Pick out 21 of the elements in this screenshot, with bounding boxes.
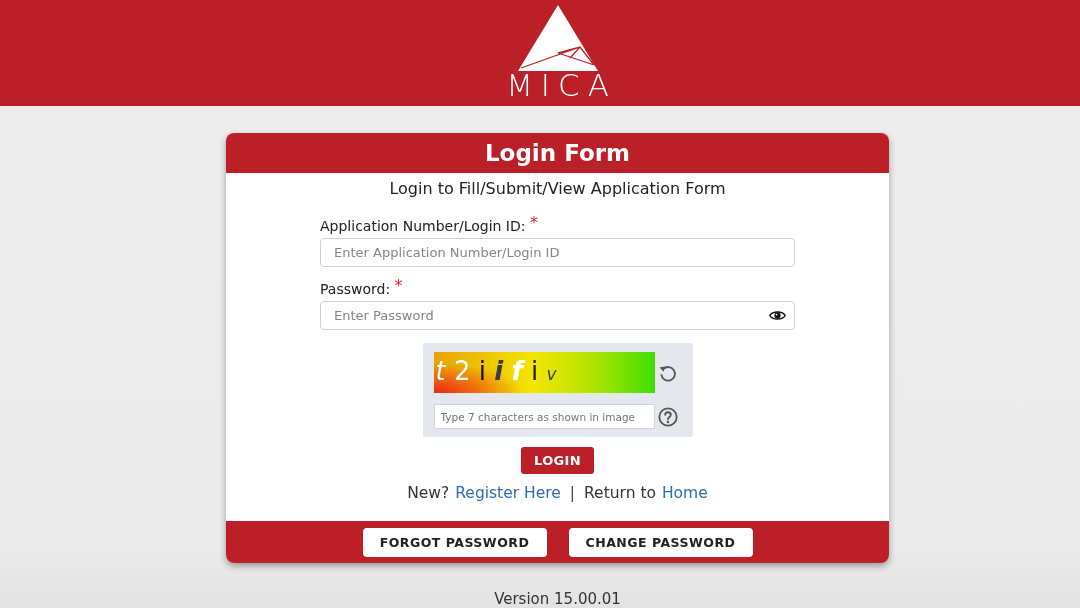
link-prefix-text: Return to [584, 483, 656, 503]
password-field[interactable]: Enter Password [320, 301, 795, 330]
link[interactable]: Register Here [455, 483, 561, 503]
form-title: Login Form [484, 139, 631, 167]
link-prefix-text: New? [407, 483, 450, 503]
captcha-text: t 2 i i f i v [435, 355, 557, 388]
eye-icon[interactable] [769, 310, 786, 321]
version-text: Version 15.00.01 [494, 590, 621, 608]
login-button[interactable]: LOGIN [521, 447, 594, 474]
form-subtitle: Login to Fill/Submit/View Application Form [389, 178, 726, 200]
password-button[interactable]: FORGOT PASSWORD [362, 527, 547, 557]
help-icon[interactable] [658, 406, 678, 427]
field-label: Password: * [320, 279, 403, 299]
separator-text: | [569, 483, 576, 503]
field-label: Application Number/Login ID: * [320, 216, 538, 236]
link[interactable]: Home [661, 483, 708, 503]
captcha-input[interactable]: Type 7 characters as shown in image [433, 404, 655, 429]
text-input-field[interactable]: Enter Application Number/Login ID [320, 238, 795, 267]
triangle-logo-icon [517, 5, 598, 71]
logo-text: MICA [505, 72, 617, 99]
password-button[interactable]: CHANGE PASSWORD [568, 527, 753, 557]
